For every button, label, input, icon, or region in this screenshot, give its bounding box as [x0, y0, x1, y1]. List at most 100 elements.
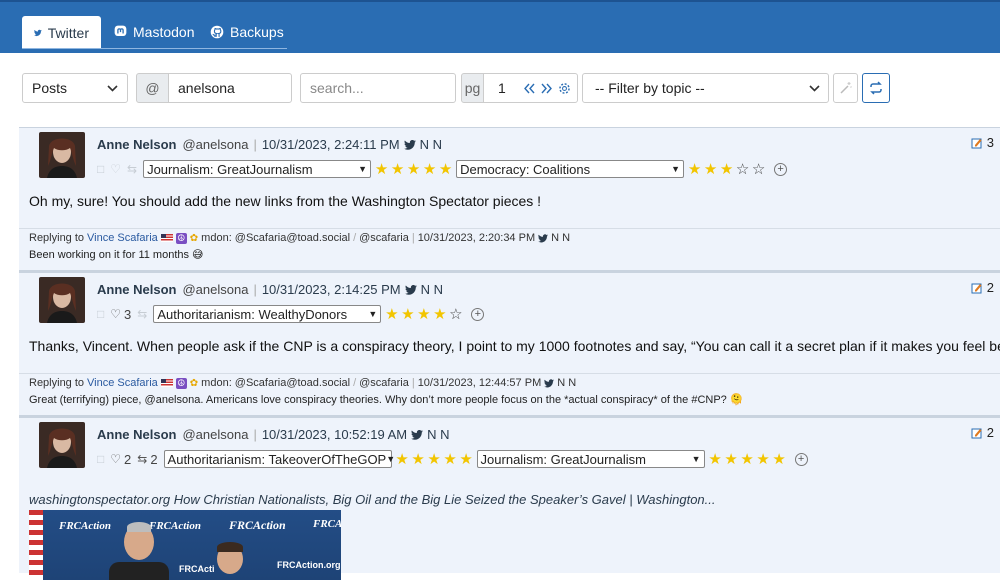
topic-select-value: Democracy: Coalitions: [460, 161, 591, 177]
star-icon[interactable]: ★: [756, 452, 771, 467]
comment-icon[interactable]: □: [97, 452, 104, 466]
add-topic-icon[interactable]: +: [794, 452, 808, 466]
retweet-icon[interactable]: ⇆: [137, 452, 147, 466]
tab-twitter[interactable]: Twitter: [22, 16, 101, 49]
tab-mastodon[interactable]: Mastodon: [102, 15, 206, 48]
topic-filter-select[interactable]: -- Filter by topic --: [582, 73, 829, 103]
topic-select[interactable]: Journalism: GreatJournalism ▼: [476, 450, 705, 468]
star-icon[interactable]: ★: [719, 162, 734, 177]
reply-date[interactable]: 10/31/2023, 2:20:34 PM: [418, 232, 535, 244]
star-rating[interactable]: ★ ★ ★ ★ ★: [708, 452, 787, 467]
star-icon[interactable]: ★: [740, 452, 755, 467]
star-outline-icon[interactable]: ☆: [735, 162, 750, 177]
reply-mastodon-handle[interactable]: mdon: @Scafaria@toad.social: [201, 377, 350, 389]
star-icon[interactable]: ★: [416, 307, 431, 322]
topic-select[interactable]: Authoritarianism: TakeoverOfTheGOP ▼: [163, 450, 395, 468]
comment-icon[interactable]: □: [97, 162, 104, 176]
post-type-select[interactable]: Posts: [22, 73, 128, 103]
username-input[interactable]: anelsona: [168, 73, 292, 103]
star-icon[interactable]: ★: [687, 162, 702, 177]
us-flag-icon: [160, 379, 173, 387]
star-outline-icon[interactable]: ☆: [751, 162, 766, 177]
heart-icon[interactable]: ♡: [110, 452, 121, 466]
topic-select[interactable]: Democracy: Coalitions ▼: [456, 160, 685, 178]
reply-date[interactable]: 10/31/2023, 12:44:57 PM: [418, 377, 542, 389]
sunflower-icon: ✿: [189, 377, 199, 389]
double-chevron-left-icon[interactable]: [524, 83, 535, 94]
star-rating[interactable]: ★ ★ ★ ★ ★: [395, 452, 474, 467]
link-preview-title[interactable]: washingtonspectator.org How Christian Na…: [29, 492, 716, 507]
star-icon[interactable]: ★: [374, 162, 389, 177]
star-icon[interactable]: ★: [772, 452, 787, 467]
search-input[interactable]: search...: [300, 73, 456, 103]
author-handle[interactable]: @anelsona: [182, 137, 248, 152]
twitter-icon: [34, 29, 42, 36]
star-icon[interactable]: ★: [438, 162, 453, 177]
notes-badge[interactable]: 2: [971, 280, 994, 295]
notes-badge[interactable]: 3: [971, 135, 994, 150]
star-icon[interactable]: ★: [432, 307, 447, 322]
star-icon[interactable]: ★: [708, 452, 723, 467]
heart-icon[interactable]: ♡: [110, 307, 121, 321]
topic-select-value: Journalism: GreatJournalism: [147, 161, 313, 177]
twitter-icon[interactable]: [404, 284, 417, 295]
peace-icon: ☮: [175, 377, 187, 389]
tab-backups[interactable]: Backups: [198, 15, 296, 48]
star-rating[interactable]: ★ ★ ★ ☆ ☆: [687, 162, 766, 177]
twitter-icon[interactable]: [403, 139, 416, 150]
retweet-icon[interactable]: ⇆: [137, 307, 147, 321]
star-icon[interactable]: ★: [703, 162, 718, 177]
post-card: Anne Nelson @anelsona | 10/31/2023, 2:14…: [19, 272, 1000, 415]
post-date[interactable]: 10/31/2023, 2:24:11 PM: [262, 137, 400, 152]
link-preview-image[interactable]: FRCAction FRCAction FRCAction FRCAction …: [29, 510, 341, 580]
reply-flags: N N: [557, 377, 577, 389]
star-icon[interactable]: ★: [724, 452, 739, 467]
magic-wand-button[interactable]: [833, 73, 858, 103]
star-icon[interactable]: ★: [400, 307, 415, 322]
post-flags: N N: [420, 282, 443, 297]
twitter-icon[interactable]: [538, 233, 549, 243]
star-icon[interactable]: ★: [395, 452, 410, 467]
author-name[interactable]: Anne Nelson: [97, 427, 176, 442]
add-topic-icon[interactable]: +: [774, 162, 788, 176]
page-number-input[interactable]: 1: [498, 80, 506, 96]
star-icon[interactable]: ★: [443, 452, 458, 467]
reply-to-link[interactable]: Vince Scafaria: [87, 377, 158, 389]
reply-mastodon-handle[interactable]: mdon: @Scafaria@toad.social: [201, 232, 350, 244]
post-card: Anne Nelson @anelsona | 10/31/2023, 2:24…: [19, 127, 1000, 270]
comment-icon[interactable]: □: [97, 307, 104, 321]
reply-handle[interactable]: @scafaria: [359, 232, 409, 244]
topic-select[interactable]: Authoritarianism: WealthyDonors ▼: [153, 305, 382, 323]
topic-select[interactable]: Journalism: GreatJournalism ▼: [143, 160, 372, 178]
star-icon[interactable]: ★: [411, 452, 426, 467]
author-handle[interactable]: @anelsona: [182, 282, 248, 297]
author-name[interactable]: Anne Nelson: [97, 282, 176, 297]
post-date[interactable]: 10/31/2023, 10:52:19 AM: [262, 427, 407, 442]
retweet-count: 2: [150, 451, 158, 467]
star-icon[interactable]: ★: [390, 162, 405, 177]
star-rating[interactable]: ★ ★ ★ ★ ★: [374, 162, 453, 177]
star-rating[interactable]: ★ ★ ★ ★ ☆: [384, 307, 463, 322]
twitter-icon[interactable]: [544, 378, 555, 388]
double-chevron-right-icon[interactable]: [541, 83, 552, 94]
notes-badge[interactable]: 2: [971, 425, 994, 440]
add-topic-icon[interactable]: +: [471, 307, 485, 321]
reply-to-link[interactable]: Vince Scafaria: [87, 232, 158, 244]
reply-handle[interactable]: @scafaria: [359, 377, 409, 389]
star-icon[interactable]: ★: [422, 162, 437, 177]
twitter-icon[interactable]: [411, 429, 424, 440]
star-icon[interactable]: ★: [406, 162, 421, 177]
star-icon[interactable]: ★: [384, 307, 399, 322]
star-icon[interactable]: ★: [427, 452, 442, 467]
post-flags: N N: [427, 427, 450, 442]
star-outline-icon[interactable]: ☆: [448, 307, 463, 322]
post-date[interactable]: 10/31/2023, 2:14:25 PM: [262, 282, 401, 297]
refresh-button[interactable]: [862, 73, 890, 103]
image-logo-text: FRCAction: [59, 520, 111, 532]
heart-icon[interactable]: ♡: [110, 162, 121, 176]
gear-icon[interactable]: [558, 82, 571, 95]
retweet-icon[interactable]: ⇆: [127, 162, 137, 176]
author-name[interactable]: Anne Nelson: [97, 137, 176, 152]
star-icon[interactable]: ★: [459, 452, 474, 467]
author-handle[interactable]: @anelsona: [182, 427, 248, 442]
